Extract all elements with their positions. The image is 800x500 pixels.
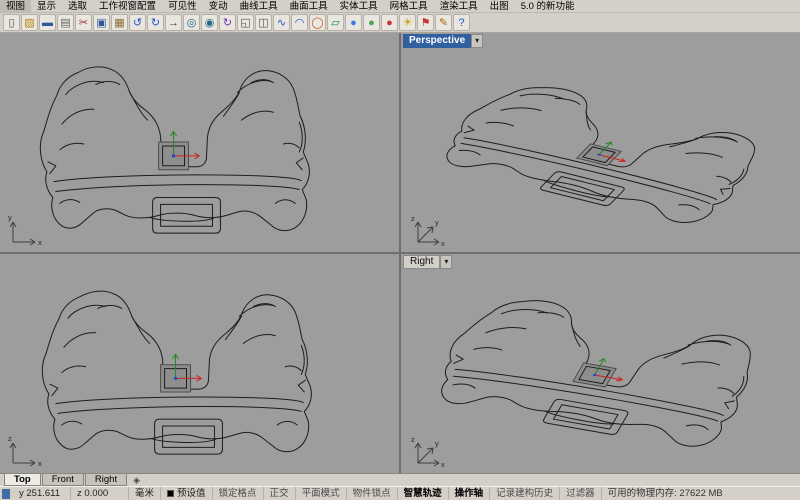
zoom-window-button[interactable]: ◉ bbox=[201, 14, 218, 31]
chevron-down-icon[interactable]: ▾ bbox=[440, 255, 452, 269]
redo-button[interactable]: ↻ bbox=[147, 14, 164, 31]
svg-text:y: y bbox=[435, 439, 439, 448]
help-button[interactable]: ? bbox=[453, 14, 470, 31]
menu-item-curve-tools[interactable]: 曲线工具 bbox=[234, 0, 284, 13]
zoom-extents-button[interactable]: ◎ bbox=[183, 14, 200, 31]
wireframe-model-top bbox=[0, 33, 399, 252]
svg-text:x: x bbox=[441, 239, 445, 248]
menu-item-display[interactable]: 显示 bbox=[31, 0, 62, 13]
paste-button[interactable]: ▦ bbox=[111, 14, 128, 31]
axis-indicator-perspective: x y z bbox=[406, 212, 448, 248]
menu-item-print[interactable]: 出图 bbox=[484, 0, 515, 13]
viewport-title-right[interactable]: Right ▾ bbox=[403, 255, 452, 269]
render-preview-button[interactable]: ● bbox=[381, 14, 398, 31]
wireframe-model-right bbox=[401, 254, 800, 473]
print-button[interactable]: ▤ bbox=[57, 14, 74, 31]
menu-item-solid-tools[interactable]: 实体工具 bbox=[334, 0, 384, 13]
status-toggles: 锁定格点正交平面模式物件锁点智慧轨迹操作轴记录建构历史过滤器 bbox=[213, 487, 602, 500]
rhino-app-window: 视图显示选取工作视窗配置可见性变动曲线工具曲面工具实体工具网格工具渲染工具出图5… bbox=[0, 0, 800, 500]
axis-indicator-top: x y bbox=[5, 212, 47, 248]
memory-indicator: 可用的物理内存: 27622 MB bbox=[602, 487, 729, 500]
new-viewport-button[interactable]: ◈ bbox=[128, 474, 145, 486]
move-button[interactable]: → bbox=[165, 14, 182, 31]
status-grip-icon bbox=[2, 489, 10, 499]
axis-indicator-front: x z bbox=[5, 433, 47, 469]
menu-item-transform[interactable]: 变动 bbox=[203, 0, 234, 13]
menu-item-view[interactable]: 视图 bbox=[0, 0, 31, 13]
viewport-tab-top[interactable]: Top bbox=[4, 474, 41, 486]
toggle-gumball[interactable]: 操作轴 bbox=[449, 487, 491, 500]
menu-item-render-tools[interactable]: 渲染工具 bbox=[434, 0, 484, 13]
rotate-view-button[interactable]: ↻ bbox=[219, 14, 236, 31]
save-button[interactable]: ▬ bbox=[39, 14, 56, 31]
viewport-tab-row: TopFrontRight ◈ bbox=[0, 473, 800, 486]
coordinate-y-readout: y 251.611 bbox=[13, 487, 71, 500]
viewport-tabs: TopFrontRight bbox=[4, 474, 128, 486]
menu-item-visibility[interactable]: 可见性 bbox=[162, 0, 203, 13]
viewport-title-text: Perspective bbox=[403, 34, 471, 48]
viewport-tab-front[interactable]: Front bbox=[42, 474, 84, 486]
shaded-view-button[interactable]: ● bbox=[345, 14, 362, 31]
viewport-top[interactable]: x y bbox=[0, 33, 399, 252]
undo-button[interactable]: ↺ bbox=[129, 14, 146, 31]
status-bar: y 251.611 z 0.000 毫米 预设值 锁定格点正交平面模式物件锁点智… bbox=[0, 486, 800, 500]
copy-button[interactable]: ▣ bbox=[93, 14, 110, 31]
render-button[interactable]: ● bbox=[363, 14, 380, 31]
menu-item-surface-tools[interactable]: 曲面工具 bbox=[284, 0, 334, 13]
layer-indicator[interactable]: 预设值 bbox=[161, 487, 213, 500]
svg-text:z: z bbox=[8, 434, 12, 443]
annotate-button[interactable]: ✎ bbox=[435, 14, 452, 31]
toggle-planar-mode[interactable]: 平面模式 bbox=[296, 487, 347, 500]
toggle-grid-snap[interactable]: 锁定格点 bbox=[213, 487, 264, 500]
viewport-title-perspective[interactable]: Perspective ▾ bbox=[403, 34, 483, 48]
wireframe-model-front bbox=[0, 254, 399, 473]
axis-indicator-right: x y z bbox=[406, 433, 448, 469]
arc-button[interactable]: ◠ bbox=[291, 14, 308, 31]
flag-button[interactable]: ⚑ bbox=[417, 14, 434, 31]
circle-button[interactable]: ◯ bbox=[309, 14, 326, 31]
toggle-ortho[interactable]: 正交 bbox=[264, 487, 296, 500]
viewport-perspective[interactable]: Perspective ▾ x y z bbox=[401, 33, 800, 252]
toggle-filter[interactable]: 过滤器 bbox=[560, 487, 602, 500]
scale-button[interactable]: ◱ bbox=[237, 14, 254, 31]
viewport-title-text: Right bbox=[403, 255, 440, 269]
viewport-tab-right[interactable]: Right bbox=[85, 474, 127, 486]
open-file-button[interactable]: ▨ bbox=[21, 14, 38, 31]
new-file-button[interactable]: ▯ bbox=[3, 14, 20, 31]
menu-bar: 视图显示选取工作视窗配置可见性变动曲线工具曲面工具实体工具网格工具渲染工具出图5… bbox=[0, 0, 800, 13]
toggle-osnap[interactable]: 物件锁点 bbox=[347, 487, 398, 500]
svg-text:x: x bbox=[38, 238, 42, 247]
menu-item-select[interactable]: 选取 bbox=[62, 0, 93, 13]
mirror-button[interactable]: ◫ bbox=[255, 14, 272, 31]
viewport-grid: x y Perspective ▾ x y z bbox=[0, 33, 800, 473]
menu-item-new-features[interactable]: 5.0 的新功能 bbox=[515, 0, 581, 13]
layer-color-swatch bbox=[167, 490, 174, 497]
toggle-record-history[interactable]: 记录建构历史 bbox=[490, 487, 560, 500]
cut-button[interactable]: ✂ bbox=[75, 14, 92, 31]
svg-text:z: z bbox=[411, 214, 415, 223]
svg-text:y: y bbox=[8, 213, 12, 222]
coordinate-z-readout: z 0.000 bbox=[71, 487, 129, 500]
viewport-front[interactable]: x z bbox=[0, 254, 399, 473]
viewport-right-view[interactable]: Right ▾ x y z bbox=[401, 254, 800, 473]
chevron-down-icon[interactable]: ▾ bbox=[471, 34, 483, 48]
svg-text:x: x bbox=[441, 460, 445, 469]
layer-name: 预设值 bbox=[177, 487, 206, 500]
svg-text:z: z bbox=[411, 435, 415, 444]
units-indicator[interactable]: 毫米 bbox=[129, 487, 161, 500]
svg-text:x: x bbox=[38, 459, 42, 468]
menu-item-viewport-layout[interactable]: 工作视窗配置 bbox=[93, 0, 162, 13]
toolbar: ▯▨▬▤✂▣▦↺↻→◎◉↻◱◫∿◠◯▱●●●☀⚑✎? bbox=[0, 13, 800, 33]
toggle-smarttrack[interactable]: 智慧轨迹 bbox=[398, 487, 449, 500]
rectangle-button[interactable]: ▱ bbox=[327, 14, 344, 31]
wireframe-model-perspective bbox=[401, 33, 800, 252]
curve-button[interactable]: ∿ bbox=[273, 14, 290, 31]
svg-text:y: y bbox=[435, 218, 439, 227]
lighting-button[interactable]: ☀ bbox=[399, 14, 416, 31]
menu-item-mesh-tools[interactable]: 网格工具 bbox=[384, 0, 434, 13]
